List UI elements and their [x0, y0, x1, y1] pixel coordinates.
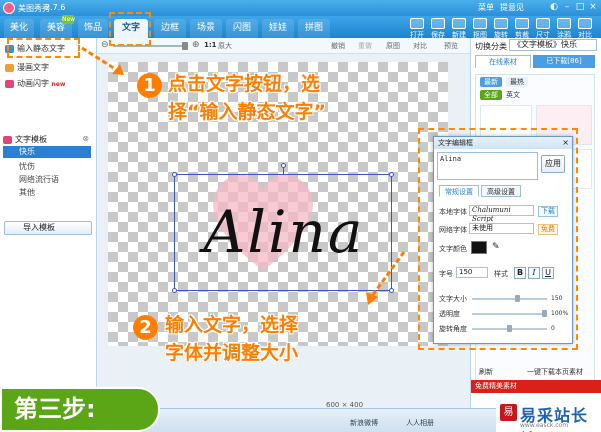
- undo-button[interactable]: 撤销: [331, 41, 345, 51]
- resize-button[interactable]: 尺寸: [532, 18, 554, 40]
- refresh-button[interactable]: 刷新: [479, 367, 493, 377]
- feedback-button[interactable]: 提意见: [500, 2, 524, 13]
- canvas-text[interactable]: Alina: [179, 185, 389, 280]
- watermark-logo-icon: 易: [500, 404, 517, 421]
- cutout-icon: [473, 18, 487, 29]
- original-button[interactable]: 原图: [386, 41, 400, 51]
- tab-face[interactable]: 美容 New: [40, 15, 75, 38]
- watermark-url: www.easck.com: [520, 422, 569, 429]
- crop-icon: [515, 18, 529, 29]
- menu-button[interactable]: 菜单: [478, 2, 494, 13]
- minimize-icon[interactable]: –: [561, 2, 573, 13]
- animated-text-item[interactable]: 动画闪字 new: [5, 78, 65, 89]
- arrow-step1-icon: [81, 46, 124, 75]
- save-icon: [431, 18, 445, 29]
- tab-online-material[interactable]: 在线素材: [475, 55, 531, 68]
- skin-icon[interactable]: ◐: [548, 2, 560, 13]
- resize-handle-bl[interactable]: [172, 288, 177, 293]
- open-button[interactable]: 打开: [406, 18, 428, 40]
- arrow-step2-icon: [366, 251, 406, 305]
- category-select[interactable]: 《文字模板》快乐: [509, 39, 597, 51]
- filter-english[interactable]: 英文: [502, 90, 524, 100]
- app-logo-icon: [3, 2, 15, 14]
- step2-number: 2: [133, 315, 158, 340]
- heart-icon: [3, 135, 12, 144]
- zoom-slider-knob[interactable]: [182, 42, 188, 50]
- rotate-handle-stem: [283, 167, 284, 175]
- step1-line2: 择“输入静态文字”: [168, 101, 326, 123]
- cutout-button[interactable]: 抠图: [469, 18, 491, 40]
- original-size-button[interactable]: 原大: [218, 41, 232, 51]
- preview-button[interactable]: 预览: [444, 41, 458, 51]
- resize-handle-tl[interactable]: [172, 172, 177, 177]
- tab-downloaded[interactable]: 已下载[86]: [533, 55, 595, 68]
- template-tree-label: 文字模板: [15, 135, 47, 144]
- import-template-button[interactable]: 导入模板: [4, 221, 92, 235]
- comic-text-label: 漫画文字: [17, 63, 49, 72]
- comic-icon: [5, 63, 14, 72]
- sparkle-icon: [5, 79, 14, 88]
- zoom-in-icon[interactable]: ⊕: [192, 40, 200, 50]
- tree-item-sad[interactable]: 忧伤: [19, 161, 35, 172]
- tab-frame[interactable]: 边框: [154, 19, 186, 38]
- chip-hottest[interactable]: 最热: [506, 77, 528, 87]
- crop-button[interactable]: 剪裁: [511, 18, 533, 40]
- tree-item-other[interactable]: 其他: [19, 187, 35, 198]
- highlight-text-tab: [109, 12, 151, 46]
- download-page-button[interactable]: 一键下载本页素材: [527, 367, 583, 377]
- tab-beautify[interactable]: 美化: [4, 19, 34, 38]
- new-badge: New: [62, 15, 76, 24]
- step2-line1: 输入文字，选择: [165, 314, 299, 336]
- app-window: 美图秀秀 2.7.6 菜单 提意见 ◐ – □ × 美化 美容 New 饰品 文…: [0, 0, 601, 432]
- tab-accessories[interactable]: 饰品: [78, 19, 108, 38]
- tab-scene[interactable]: 场景: [190, 19, 222, 38]
- step1-line1: 点击文字按钮，选: [168, 73, 321, 95]
- zoom-ratio[interactable]: 1:1: [204, 41, 217, 49]
- title-bar: 美图秀秀 2.7.6 菜单 提意见 ◐ – □ ×: [0, 0, 601, 16]
- renren-share-button[interactable]: 人人相册: [406, 418, 434, 428]
- save-button[interactable]: 保存: [427, 18, 449, 40]
- tab-collage[interactable]: 拼图: [298, 19, 330, 38]
- maximize-icon[interactable]: □: [574, 2, 586, 13]
- open-icon: [410, 18, 424, 29]
- tab-face-label: 美容: [46, 23, 65, 33]
- compare-icon: [578, 18, 592, 29]
- collapse-icon[interactable]: ⊗: [82, 134, 89, 143]
- new-tag: new: [51, 81, 66, 88]
- step2-line2: 字体并调整大小: [165, 342, 299, 364]
- new-icon: [452, 18, 466, 29]
- close-icon[interactable]: ×: [587, 2, 599, 13]
- main-nav: 美化 美容 New 饰品 文字 边框 场景 闪图 娃娃 拼图 打开 保存 新建 …: [0, 15, 601, 40]
- tab-doll[interactable]: 娃娃: [262, 19, 294, 38]
- watermark: 易 易采站长站 www.easck.com: [496, 400, 601, 432]
- highlight-static-text: [7, 38, 80, 58]
- app-version: 2.7.6: [45, 3, 66, 12]
- contrast-button[interactable]: 对比: [413, 41, 427, 51]
- step1-number: 1: [137, 73, 162, 98]
- chip-latest[interactable]: 最新: [480, 77, 502, 87]
- template-tree-header[interactable]: 文字模板 ⊗: [3, 134, 93, 146]
- step-badge: 第三步:: [0, 387, 160, 432]
- resize-handle-tr[interactable]: [389, 172, 394, 177]
- redo-button[interactable]: 重做: [358, 41, 372, 51]
- filter-all[interactable]: 全部: [480, 90, 502, 100]
- doodle-button[interactable]: 涂鸦: [553, 18, 575, 40]
- tree-item-happy[interactable]: 快乐: [3, 146, 91, 158]
- new-button[interactable]: 新建: [448, 18, 470, 40]
- tree-item-slang[interactable]: 网络流行语: [19, 174, 59, 185]
- canvas-toolbar: ⊖ ⊕ 1:1 原大 撤销 重做 原图 对比 预览: [98, 38, 470, 54]
- category-label: 切换分类: [475, 42, 507, 51]
- doodle-icon: [557, 18, 571, 29]
- rotate-button[interactable]: 旋转: [490, 18, 512, 40]
- left-sidebar: 输入静态文字 漫画文字 动画闪字 new 文字模板 ⊗ 快乐 忧伤 网络流行语 …: [0, 38, 97, 408]
- resize-icon: [536, 18, 550, 29]
- compare-button[interactable]: 对比: [574, 18, 596, 40]
- comic-text-item[interactable]: 漫画文字: [5, 62, 49, 73]
- tab-flash[interactable]: 闪图: [226, 19, 258, 38]
- free-material-banner[interactable]: 免费精美素材: [471, 380, 601, 393]
- animated-text-label: 动画闪字: [17, 79, 49, 88]
- rotate-icon: [494, 18, 508, 29]
- highlight-dialog: [418, 128, 578, 350]
- weibo-share-button[interactable]: 新浪微博: [350, 418, 378, 428]
